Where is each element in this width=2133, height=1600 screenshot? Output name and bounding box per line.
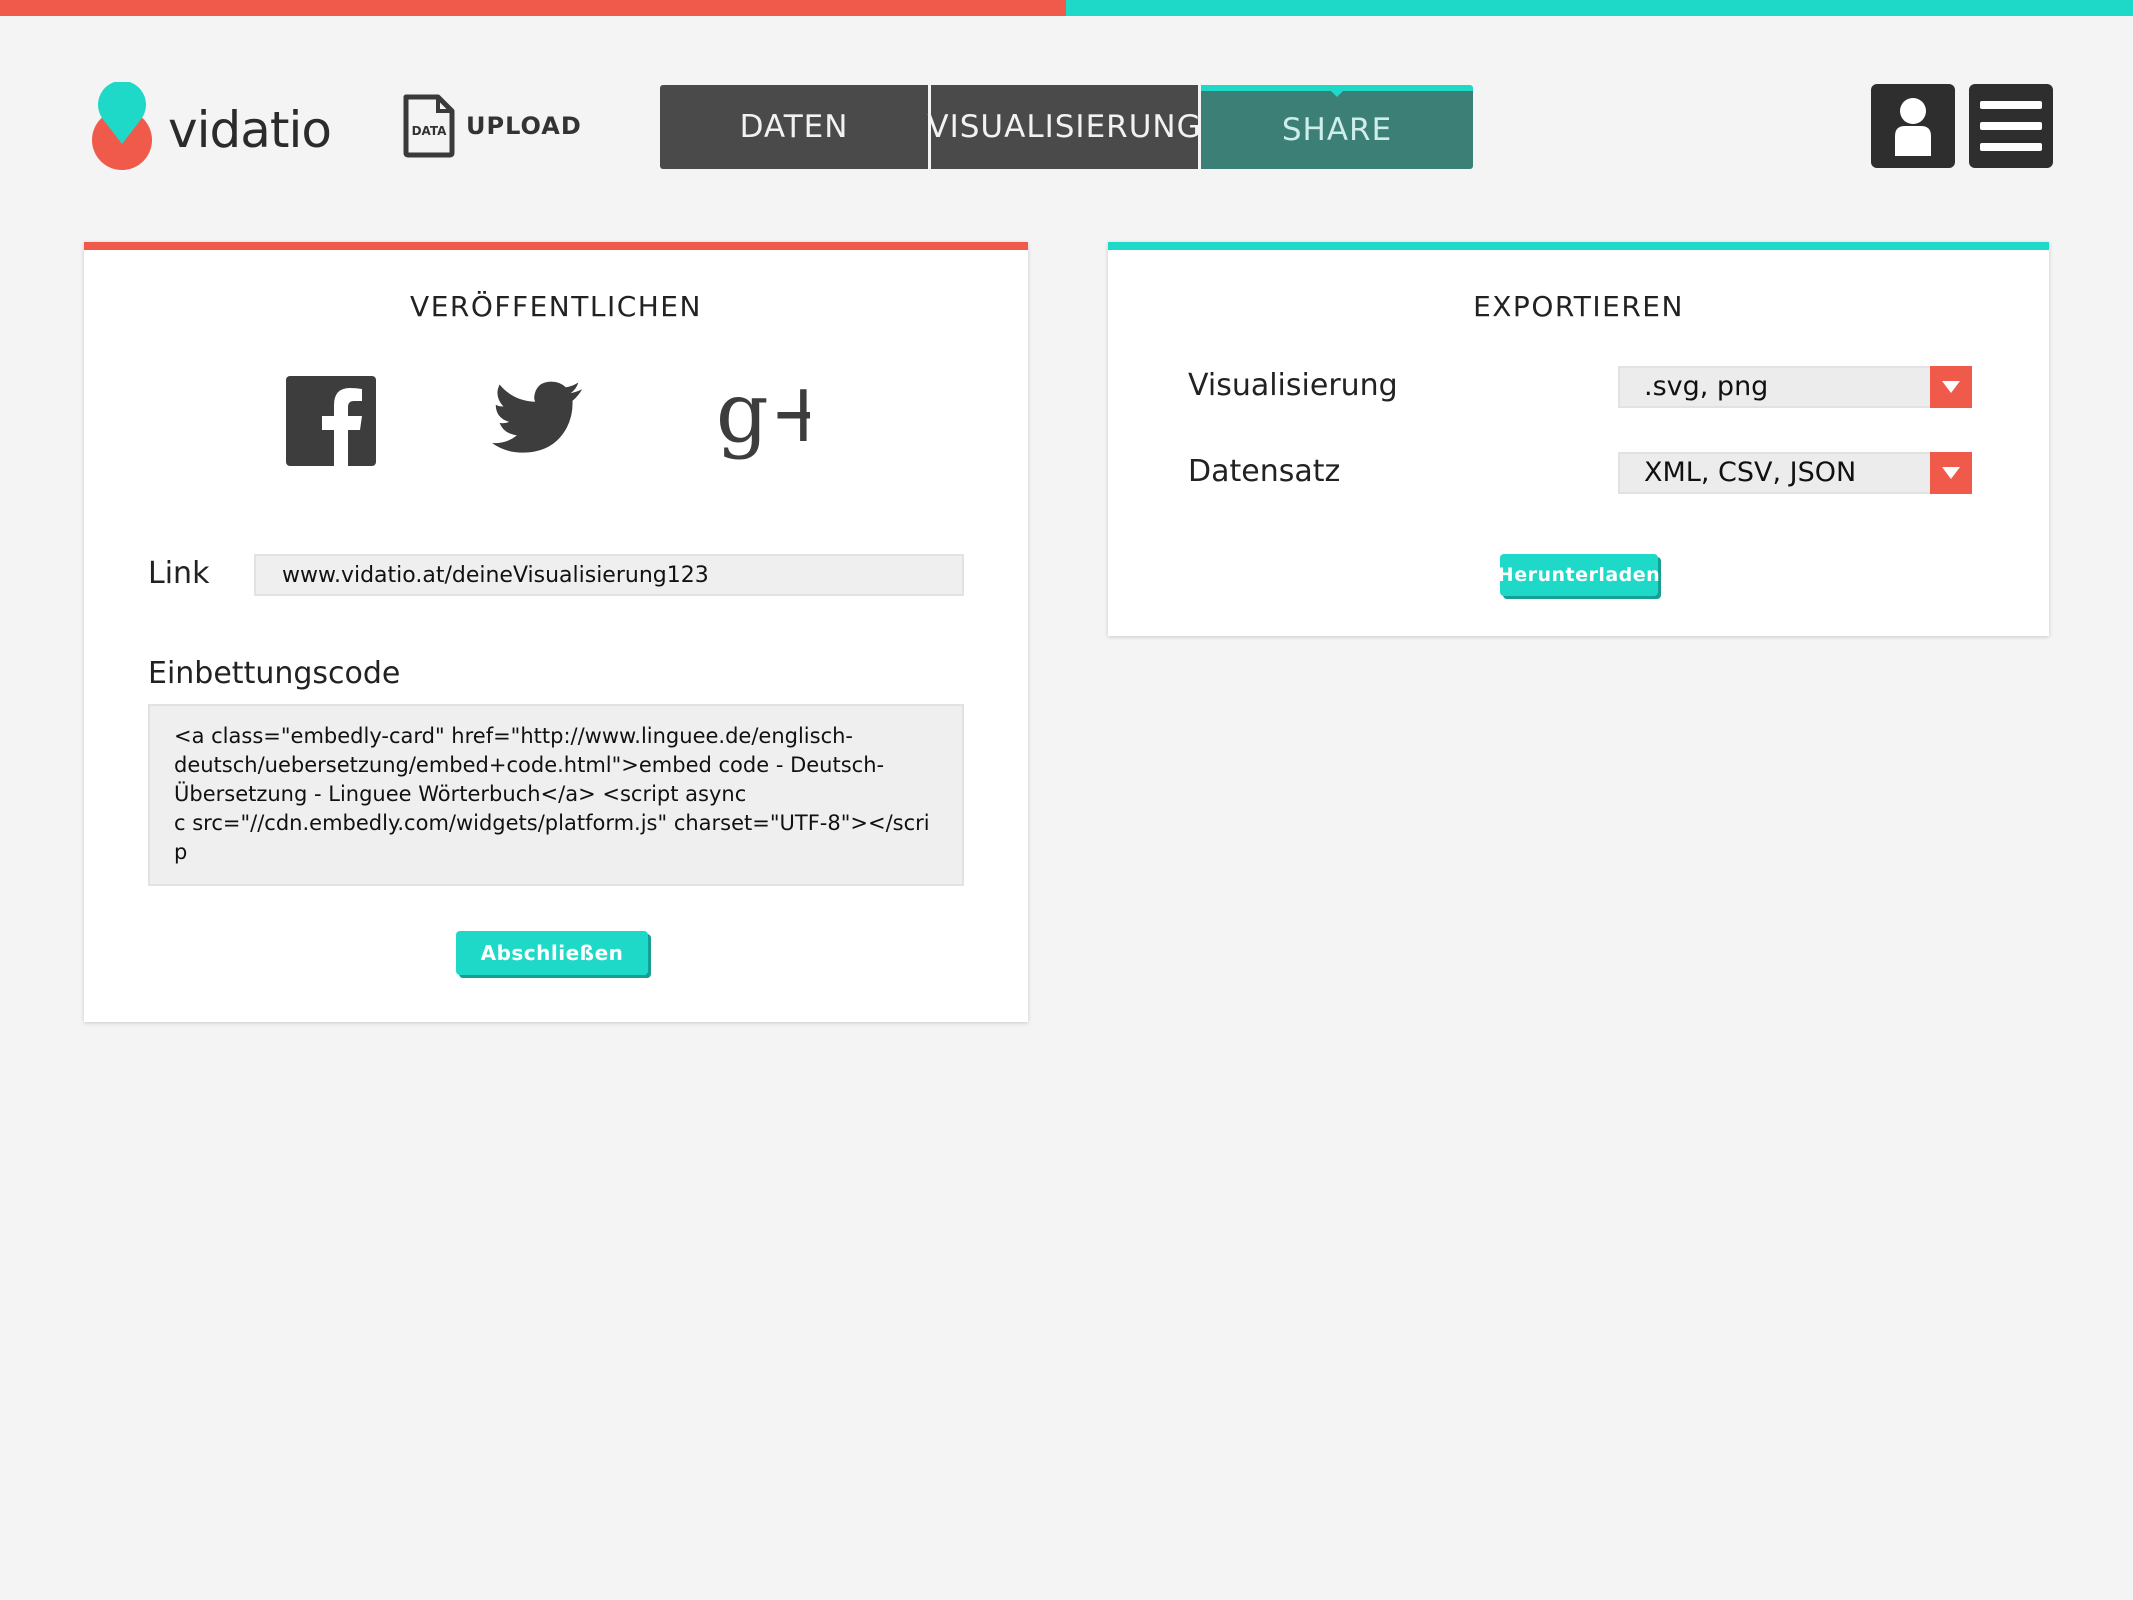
user-icon	[1895, 98, 1931, 156]
menu-button[interactable]	[1969, 84, 2053, 168]
twitter-icon[interactable]	[490, 372, 586, 468]
tab-share-label: SHARE	[1281, 112, 1393, 148]
visualization-format-value: .svg, png	[1644, 371, 1769, 402]
dataset-format-select[interactable]: XML, CSV, JSON	[1618, 452, 1972, 494]
finish-button[interactable]: Abschließen	[456, 931, 648, 975]
export-title: EXPORTIEREN	[1473, 290, 1684, 323]
download-button[interactable]: Herunterladen	[1498, 554, 1660, 596]
publish-panel: VERÖFFENTLICHEN g+ Link www.vidatio.at/d…	[84, 242, 1028, 1022]
link-label: Link	[148, 556, 210, 591]
tab-visualisierung[interactable]: VISUALISIERUNG	[927, 85, 1201, 169]
google-plus-icon-text: g+	[716, 372, 810, 461]
google-plus-icon[interactable]: g+	[714, 372, 810, 468]
embed-code-textarea[interactable]: <a class="embedly-card" href="http://www…	[148, 704, 964, 886]
export-dataset-label: Datensatz	[1188, 454, 1341, 489]
export-panel: EXPORTIEREN Visualisierung .svg, png Dat…	[1108, 242, 2049, 636]
dataset-format-value: XML, CSV, JSON	[1644, 457, 1857, 488]
vidatio-logo[interactable]: vidatio	[88, 82, 332, 172]
data-file-icon-text: DATA	[412, 124, 448, 138]
top-accent-bar-teal	[1066, 0, 2133, 16]
main-tabs: DATEN VISUALISIERUNG SHARE	[660, 85, 1473, 169]
logo-text: vidatio	[168, 101, 332, 159]
facebook-icon[interactable]	[284, 372, 380, 468]
user-profile-button[interactable]	[1871, 84, 1955, 168]
visualization-format-select[interactable]: .svg, png	[1618, 366, 1972, 408]
link-field[interactable]: www.vidatio.at/deineVisualisierung123	[254, 554, 964, 596]
export-visualization-label: Visualisierung	[1188, 368, 1398, 403]
publish-title: VERÖFFENTLICHEN	[410, 290, 702, 323]
dropdown-arrow-icon[interactable]	[1930, 366, 1972, 408]
top-accent-bar	[0, 0, 2133, 16]
data-file-icon: DATA	[403, 94, 455, 158]
hamburger-menu-icon	[1980, 101, 2042, 151]
active-tab-indicator	[1330, 90, 1344, 97]
upload-label: UPLOAD	[466, 112, 582, 140]
dropdown-arrow-icon[interactable]	[1930, 452, 1972, 494]
embed-code-label: Einbettungscode	[148, 656, 401, 691]
tab-daten[interactable]: DATEN	[660, 85, 931, 169]
upload-button[interactable]: DATA UPLOAD	[400, 94, 582, 158]
top-accent-bar-red	[0, 0, 1066, 16]
tab-share[interactable]: SHARE	[1201, 85, 1473, 169]
logo-mark-icon	[92, 82, 152, 170]
